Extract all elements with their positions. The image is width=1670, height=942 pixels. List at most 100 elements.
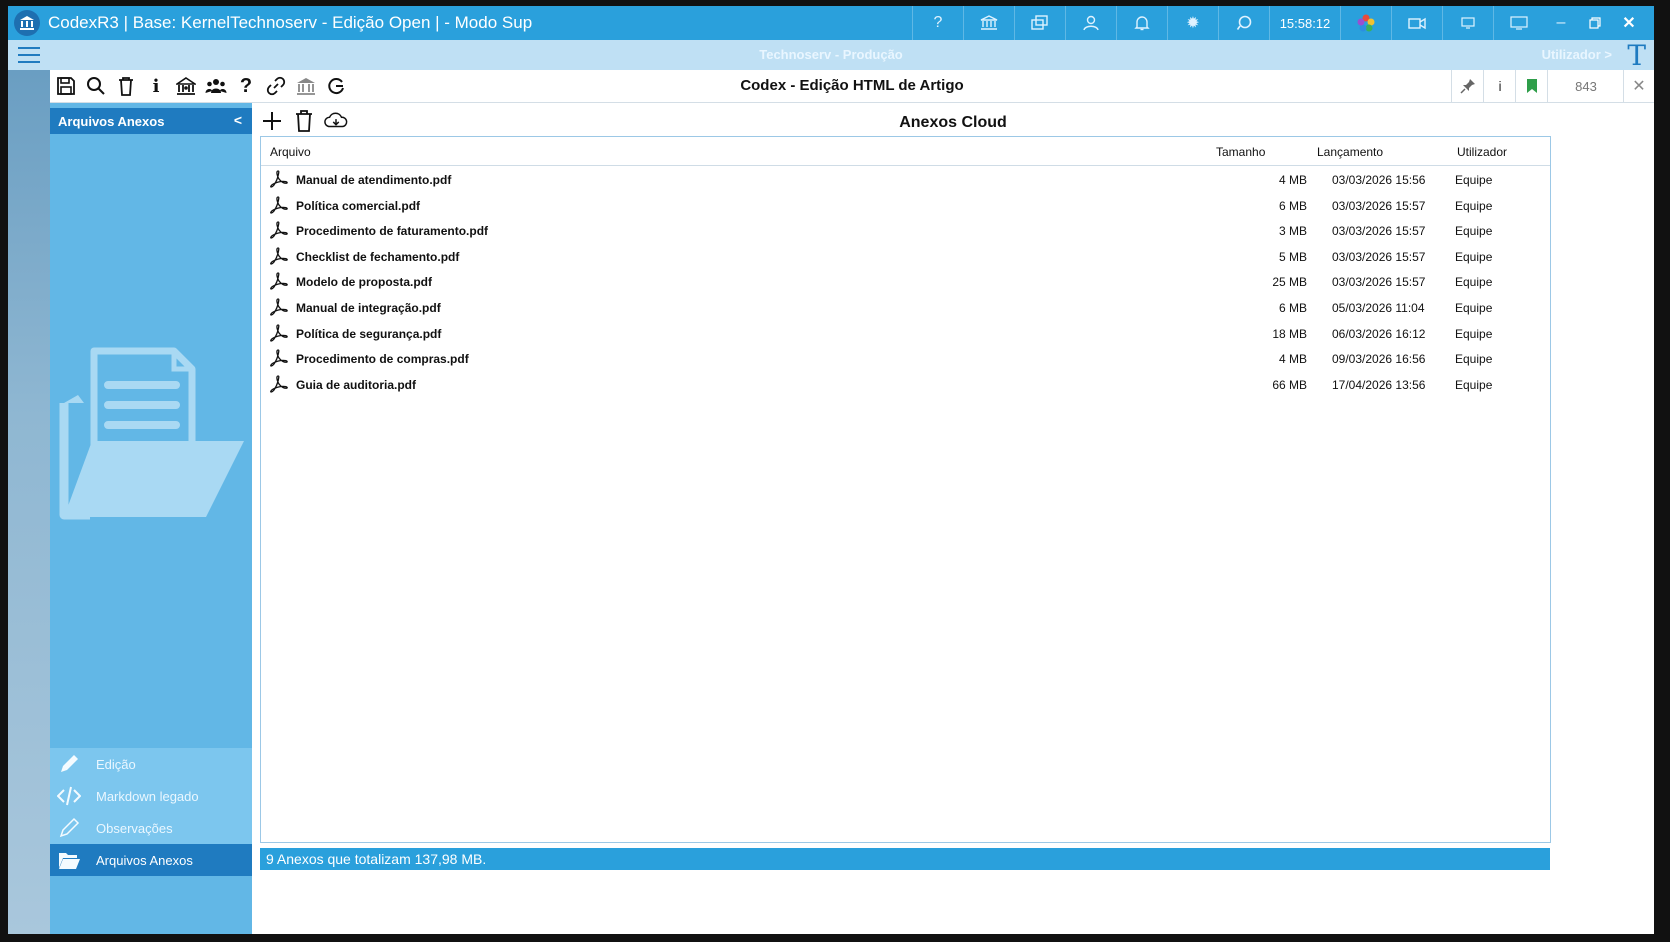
file-name: Checklist de fechamento.pdf	[296, 249, 460, 264]
attachments-table: Arquivo Tamanho Lançamento Utilizador Ma…	[260, 136, 1551, 843]
bank-icon[interactable]	[963, 6, 1014, 40]
record-number: 843	[1547, 70, 1624, 102]
folder-document-illustration	[56, 343, 246, 523]
file-user: Equipe	[1455, 377, 1493, 392]
nav-item-arquivos-anexos[interactable]: Arquivos Anexos	[50, 844, 252, 876]
pdf-file-icon	[269, 323, 289, 343]
file-size: 3 MB	[1278, 224, 1307, 239]
file-size: 6 MB	[1278, 198, 1307, 213]
table-row[interactable]: Procedimento de faturamento.pdf 3 MB 03/03…	[261, 217, 1550, 243]
toolbar: i ? Codex - Edição HTML de Artigo i 843 …	[50, 70, 1654, 103]
file-date: 05/03/2026 11:04	[1332, 301, 1425, 315]
close-icon[interactable]: ✕	[1612, 6, 1646, 40]
file-user: Equipe	[1455, 224, 1493, 239]
nav-item-label: Arquivos Anexos	[96, 852, 193, 868]
side-panel: Arquivos Anexos < Edição Markdown legado…	[50, 103, 252, 934]
status-text: 9 Anexos que totalizam 137,98 MB.	[266, 851, 487, 867]
table-header: Arquivo Tamanho Lançamento Utilizador	[261, 137, 1550, 166]
table-row[interactable]: Política de segurança.pdf 18 MB 06/03/2026…	[261, 320, 1550, 346]
file-user: Equipe	[1455, 173, 1493, 187]
app-logo-icon[interactable]	[14, 10, 40, 36]
nav-item-label: Edição	[96, 756, 136, 772]
table-row[interactable]: Manual de atendimento.pdf 4 MB 03/03/2026 …	[261, 166, 1550, 192]
title-bar-icons: ? ✹ 15:58:12 – ✕	[912, 6, 1646, 40]
column-header-file[interactable]: Arquivo	[270, 145, 311, 159]
table-row[interactable]: Procedimento de compras.pdf 4 MB 09/03/202…	[261, 345, 1550, 371]
monitor-icon[interactable]	[1493, 6, 1544, 40]
file-date: 03/03/2026 15:56	[1332, 173, 1426, 187]
edit-icon	[54, 817, 84, 839]
environment-label: Technoserv - Produção	[759, 47, 903, 62]
close-document-icon[interactable]: ✕	[1623, 70, 1654, 102]
title-bar: CodexR3 | Base: KernelTechnoserv - Ediçã…	[8, 6, 1654, 40]
file-name: Procedimento de compras.pdf	[296, 352, 469, 367]
user-menu[interactable]: Utilizador >	[1542, 47, 1612, 62]
color-wheel-icon[interactable]	[1340, 6, 1391, 40]
table-row[interactable]: Política comercial.pdf 6 MB 03/03/2026 15:…	[261, 192, 1550, 218]
bell-icon[interactable]	[1116, 6, 1167, 40]
info-small-icon[interactable]: i	[1483, 70, 1516, 102]
pdf-file-icon	[269, 348, 289, 368]
side-panel-title: Arquivos Anexos	[58, 114, 165, 129]
file-user: Equipe	[1455, 301, 1493, 315]
window-title: CodexR3 | Base: KernelTechnoserv - Ediçã…	[48, 13, 533, 32]
table-row[interactable]: Manual de integração.pdf 6 MB 05/03/2026 1…	[261, 294, 1550, 320]
help-icon[interactable]: ?	[912, 6, 963, 40]
attachments-panel: Anexos Cloud Arquivo Tamanho Lançamento …	[252, 103, 1654, 934]
file-date: 03/03/2026 15:57	[1332, 198, 1426, 213]
pencil-icon	[54, 753, 84, 775]
nav-item-markdown[interactable]: Markdown legado	[50, 780, 252, 812]
brand-logo: T	[1627, 39, 1646, 72]
file-name: Procedimento de faturamento.pdf	[296, 224, 489, 239]
windows-icon[interactable]	[1014, 6, 1065, 40]
file-date: 03/03/2026 15:57	[1332, 275, 1426, 290]
table-row[interactable]: Modelo de proposta.pdf 25 MB 03/03/2026 15…	[261, 268, 1550, 294]
column-header-date[interactable]: Lançamento	[1317, 145, 1383, 159]
file-name: Guia de auditoria.pdf	[296, 377, 417, 392]
minimize-icon[interactable]: –	[1544, 6, 1578, 40]
file-size: 4 MB	[1278, 352, 1307, 367]
file-name: Manual de atendimento.pdf	[296, 173, 452, 187]
clock-time: 15:58:12	[1269, 6, 1340, 40]
pdf-file-icon	[269, 374, 289, 394]
table-row[interactable]: Guia de auditoria.pdf 66 MB 17/04/2026 13:…	[261, 371, 1550, 397]
file-name: Modelo de proposta.pdf	[296, 275, 432, 290]
user-icon[interactable]	[1065, 6, 1116, 40]
pin-icon[interactable]	[1451, 70, 1484, 102]
column-header-size[interactable]: Tamanho	[1216, 145, 1265, 159]
file-user: Equipe	[1455, 275, 1493, 290]
file-date: 03/03/2026 15:57	[1332, 224, 1426, 239]
document-title: Codex - Edição HTML de Artigo	[740, 77, 964, 94]
gear-icon[interactable]: ✹	[1167, 6, 1218, 40]
pdf-file-icon	[269, 246, 289, 266]
pdf-file-icon	[269, 220, 289, 240]
pdf-file-icon	[269, 271, 289, 291]
file-name: Política de segurança.pdf	[296, 326, 442, 341]
pdf-file-icon	[269, 169, 289, 189]
monitor-small-icon[interactable]	[1442, 6, 1493, 40]
file-size: 6 MB	[1278, 301, 1307, 315]
bookmark-icon[interactable]	[1515, 70, 1548, 102]
pdf-file-icon	[269, 195, 289, 215]
file-name: Política comercial.pdf	[296, 198, 421, 213]
file-user: Equipe	[1455, 198, 1493, 213]
nav-item-label: Observações	[96, 820, 173, 836]
camera-icon[interactable]	[1391, 6, 1442, 40]
file-date: 03/03/2026 15:57	[1332, 249, 1426, 264]
restore-icon[interactable]	[1578, 6, 1612, 40]
file-user: Equipe	[1455, 326, 1493, 341]
nav-item-edicao[interactable]: Edição	[50, 748, 252, 780]
file-user: Equipe	[1455, 352, 1493, 367]
chat-icon[interactable]	[1218, 6, 1269, 40]
file-user: Equipe	[1455, 249, 1493, 264]
collapse-icon[interactable]: <	[234, 112, 242, 128]
column-header-user[interactable]: Utilizador	[1457, 145, 1507, 159]
app-window: CodexR3 | Base: KernelTechnoserv - Ediçã…	[8, 6, 1654, 934]
attachments-title: Anexos Cloud	[899, 114, 1007, 131]
status-bar: 9 Anexos que totalizam 137,98 MB.	[260, 848, 1550, 870]
table-row[interactable]: Checklist de fechamento.pdf 5 MB 03/03/202…	[261, 243, 1550, 269]
file-name: Manual de integração.pdf	[296, 301, 441, 315]
nav-item-observacoes[interactable]: Observações	[50, 812, 252, 844]
file-size: 5 MB	[1278, 249, 1307, 264]
side-nav: Edição Markdown legado Observações Arqui…	[50, 748, 252, 876]
